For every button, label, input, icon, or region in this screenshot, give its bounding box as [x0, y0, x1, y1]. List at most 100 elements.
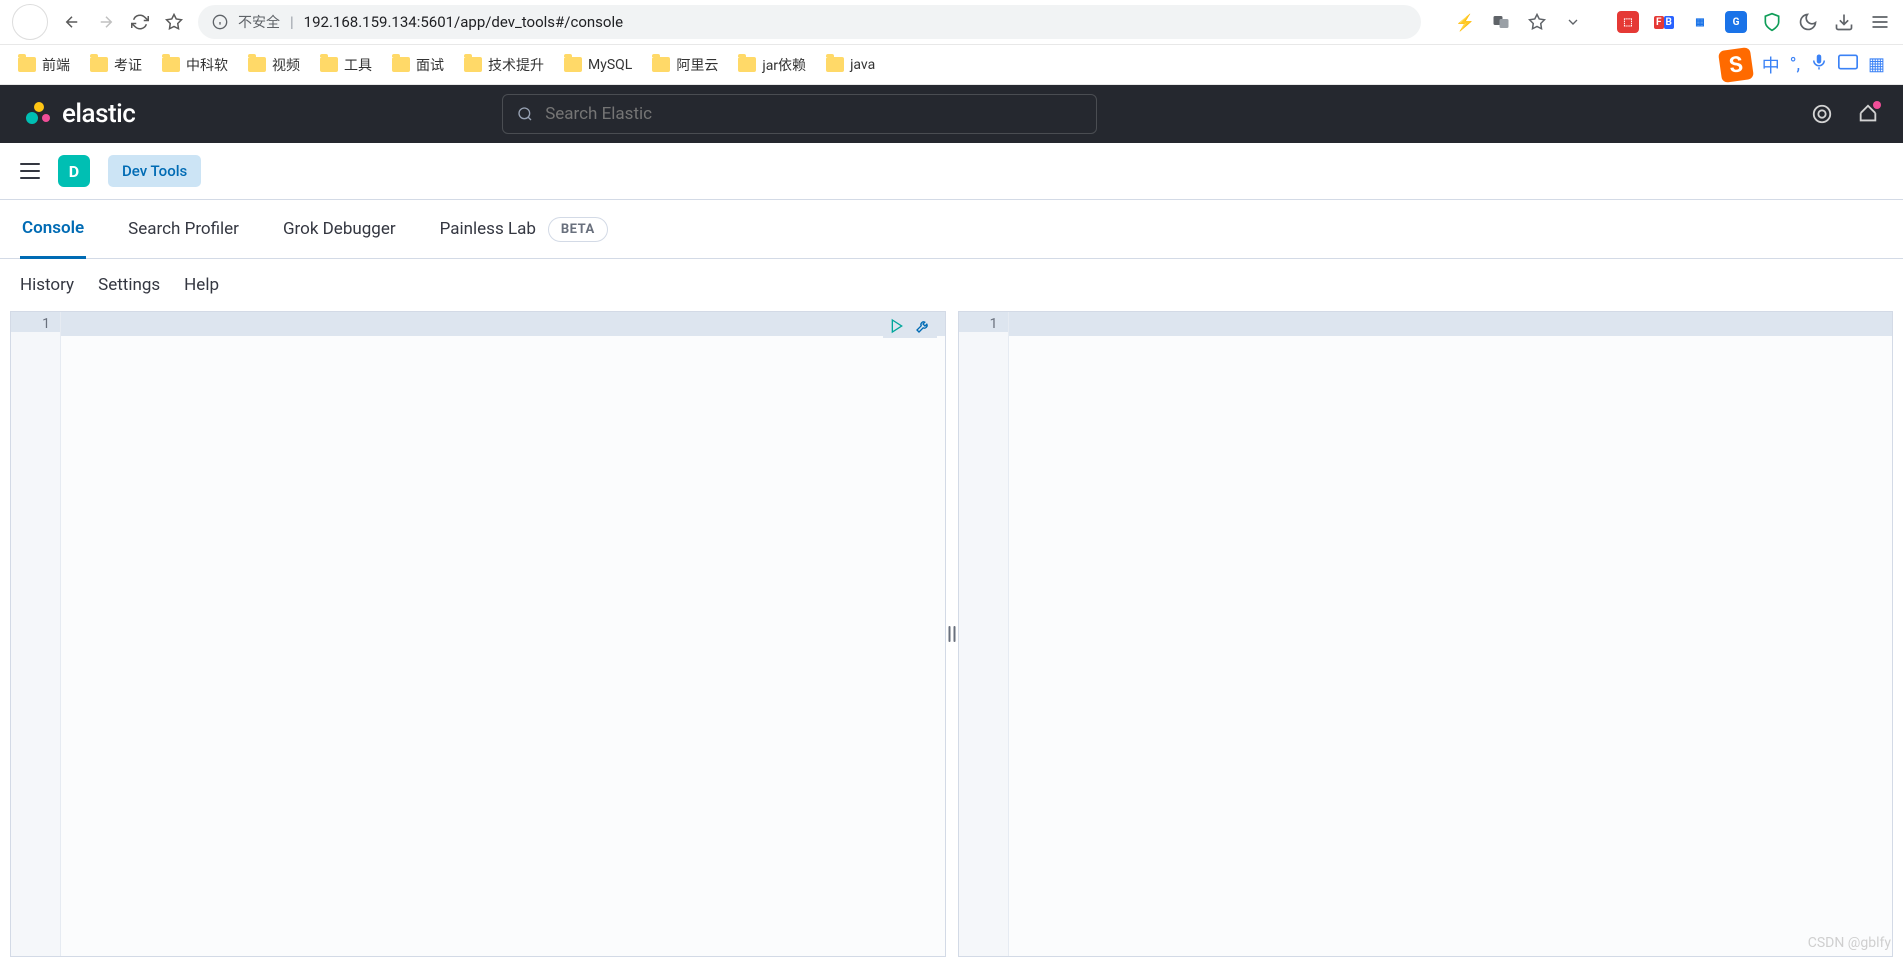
- bookmark-label: 视频: [272, 55, 300, 75]
- space-selector[interactable]: D: [58, 155, 90, 187]
- beta-badge: BETA: [548, 217, 608, 242]
- bookmark-label: 工具: [344, 55, 372, 75]
- address-bar[interactable]: 不安全 | 192.168.159.134:5601/app/dev_tools…: [198, 5, 1421, 39]
- ext-apps-icon[interactable]: ▦: [1689, 11, 1711, 33]
- folder-icon: [248, 57, 266, 72]
- bookmark-item[interactable]: 工具: [320, 55, 372, 75]
- chevron-down-icon[interactable]: [1563, 12, 1583, 32]
- history-button[interactable]: History: [20, 275, 74, 295]
- help-spinner-icon[interactable]: [1811, 103, 1833, 125]
- notification-dot-icon: [1873, 101, 1881, 109]
- folder-icon: [90, 57, 108, 72]
- separator: |: [290, 13, 294, 31]
- ime-sogou-icon[interactable]: S: [1718, 46, 1754, 82]
- folder-icon: [564, 57, 582, 72]
- bookmark-item[interactable]: 考证: [90, 55, 142, 75]
- tab-painless-label: Painless Lab: [440, 219, 536, 239]
- header-right: [1811, 103, 1879, 125]
- bookmarks-bar: 前端 考证 中科软 视频 工具 面试 技术提升 MySQL 阿里云 jar依赖 …: [0, 45, 1903, 85]
- folder-icon: [464, 57, 482, 72]
- bookmark-item[interactable]: java: [826, 57, 875, 73]
- line-number: 1: [11, 312, 60, 332]
- insecure-label: 不安全: [238, 12, 280, 32]
- bookmark-item[interactable]: 前端: [18, 55, 70, 75]
- back-button[interactable]: [62, 12, 82, 32]
- ext-download-icon[interactable]: [1833, 11, 1855, 33]
- tab-console[interactable]: Console: [20, 200, 86, 259]
- folder-icon: [738, 57, 756, 72]
- tab-painless-lab[interactable]: Painless Lab BETA: [438, 199, 610, 260]
- response-gutter: 1: [959, 312, 1009, 956]
- request-editor[interactable]: 1: [10, 311, 946, 957]
- bookmark-item[interactable]: 技术提升: [464, 55, 544, 75]
- folder-icon: [826, 57, 844, 72]
- bookmark-item[interactable]: 阿里云: [652, 55, 718, 75]
- elastic-brand-text: elastic: [62, 99, 135, 129]
- ext-moon-icon[interactable]: [1797, 11, 1819, 33]
- ext-shield-icon[interactable]: [1761, 11, 1783, 33]
- ext-fb-icon[interactable]: FB: [1653, 11, 1675, 33]
- folder-icon: [652, 57, 670, 72]
- search-icon: [517, 106, 533, 122]
- global-search[interactable]: [502, 94, 1097, 134]
- bookmark-label: 考证: [114, 55, 142, 75]
- url-text: 192.168.159.134:5601/app/dev_tools#/cons…: [304, 13, 623, 31]
- ime-mic-icon[interactable]: [1810, 53, 1828, 76]
- bookmark-item[interactable]: MySQL: [564, 57, 632, 73]
- global-search-input[interactable]: [545, 104, 1082, 124]
- info-icon: [212, 14, 228, 30]
- address-right-icons: ⚡: [1435, 12, 1583, 32]
- bookmark-item[interactable]: jar依赖: [738, 55, 806, 75]
- elastic-logo[interactable]: elastic: [24, 99, 135, 129]
- settings-button[interactable]: Settings: [98, 275, 160, 295]
- tabs-bar: Console Search Profiler Grok Debugger Pa…: [0, 200, 1903, 259]
- breadcrumb-devtools[interactable]: Dev Tools: [108, 155, 201, 187]
- wrench-button[interactable]: [913, 316, 933, 336]
- bookmark-item[interactable]: 面试: [392, 55, 444, 75]
- nav-buttons: [62, 12, 184, 32]
- elastic-logo-icon: [24, 100, 52, 128]
- ime-punct-icon[interactable]: °,: [1790, 54, 1800, 75]
- ime-grid-icon[interactable]: ▦: [1868, 54, 1885, 75]
- response-content: [1009, 312, 1893, 956]
- tab-grok-debugger[interactable]: Grok Debugger: [281, 201, 398, 257]
- request-content[interactable]: [61, 312, 945, 956]
- ext-gtranslate-icon[interactable]: G: [1725, 11, 1747, 33]
- ime-lang-icon[interactable]: 中: [1762, 52, 1780, 78]
- bookmark-label: 阿里云: [676, 55, 718, 75]
- elastic-header: elastic: [0, 85, 1903, 143]
- bookmark-star-button[interactable]: [164, 12, 184, 32]
- bookmark-label: 技术提升: [488, 55, 544, 75]
- flash-icon[interactable]: ⚡: [1455, 12, 1475, 32]
- request-gutter: 1: [11, 312, 61, 956]
- forward-button[interactable]: [96, 12, 116, 32]
- reload-button[interactable]: [130, 12, 150, 32]
- folder-icon: [392, 57, 410, 72]
- bookmark-label: java: [850, 57, 875, 73]
- ext-red-icon[interactable]: ⬚: [1617, 11, 1639, 33]
- splitter-handle[interactable]: [948, 626, 955, 642]
- profile-avatar[interactable]: [12, 4, 48, 40]
- bookmark-item[interactable]: 视频: [248, 55, 300, 75]
- bookmark-item[interactable]: 中科软: [162, 55, 228, 75]
- bookmark-label: 中科软: [186, 55, 228, 75]
- editor-split: 1 1: [0, 311, 1903, 957]
- tab-search-profiler[interactable]: Search Profiler: [126, 201, 241, 257]
- help-button[interactable]: Help: [184, 275, 219, 295]
- newsfeed-icon[interactable]: [1857, 103, 1879, 125]
- response-editor[interactable]: 1: [958, 311, 1894, 957]
- translate-icon[interactable]: [1491, 12, 1511, 32]
- bookmark-label: jar依赖: [762, 55, 806, 75]
- ext-menu-icon[interactable]: [1869, 11, 1891, 33]
- bookmark-label: 前端: [42, 55, 70, 75]
- subheader: D Dev Tools: [0, 143, 1903, 200]
- folder-icon: [320, 57, 338, 72]
- ime-panel: S 中 °, ▦: [1720, 49, 1885, 81]
- browser-toolbar: 不安全 | 192.168.159.134:5601/app/dev_tools…: [0, 0, 1903, 45]
- favorite-star-icon[interactable]: [1527, 12, 1547, 32]
- send-request-button[interactable]: [887, 316, 907, 336]
- menu-toggle-button[interactable]: [20, 163, 40, 179]
- watermark: CSDN @gblfy: [1808, 935, 1891, 951]
- console-toolbar: History Settings Help: [0, 259, 1903, 311]
- ime-keyboard-icon[interactable]: [1838, 54, 1858, 75]
